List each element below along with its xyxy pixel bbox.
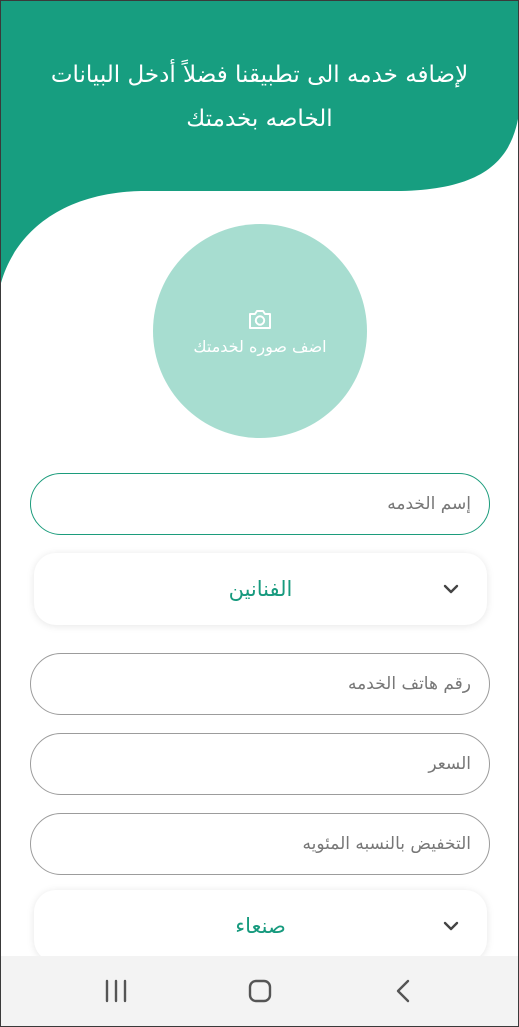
home-icon[interactable] [240, 974, 280, 1008]
discount-input[interactable] [30, 813, 490, 875]
header-title-line1: لإضافه خدمه الى تطبيقنا فضلاً أدخل البيا… [50, 62, 469, 88]
header-title-line2: الخاصه بخدمتك [186, 106, 333, 132]
category-dropdown-value: الفنانين [228, 577, 293, 601]
chevron-down-icon [443, 584, 459, 594]
phone-input[interactable] [30, 653, 490, 715]
price-input[interactable] [30, 733, 490, 795]
recent-apps-icon[interactable] [96, 974, 136, 1008]
service-name-input[interactable] [30, 473, 490, 535]
add-photo-button[interactable]: اضف صوره لخدمتك [153, 224, 367, 438]
camera-icon [249, 309, 271, 329]
category-dropdown[interactable]: الفنانين [34, 553, 487, 625]
system-nav-bar [1, 956, 518, 1026]
type-dropdown-value: صنعاء [235, 914, 286, 938]
header-title: لإضافه خدمه الى تطبيقنا فضلاً أدخل البيا… [1, 53, 518, 141]
app-screen: لإضافه خدمه الى تطبيقنا فضلاً أدخل البيا… [0, 0, 519, 1027]
add-photo-label: اضف صوره لخدمتك [193, 336, 327, 356]
back-icon[interactable] [384, 974, 424, 1008]
chevron-down-icon [443, 921, 459, 931]
type-dropdown[interactable]: صنعاء [34, 890, 487, 962]
